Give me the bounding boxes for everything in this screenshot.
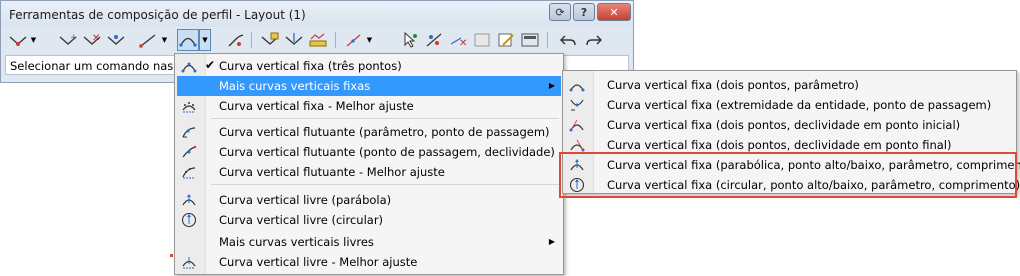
curve-tool-icon[interactable] [177, 29, 199, 51]
best-fit-icon [177, 96, 201, 116]
pvi-table-icon[interactable] [259, 29, 281, 51]
grid-view-icon[interactable] [519, 29, 541, 51]
free-parabola-icon [177, 190, 201, 210]
svg-text:✕: ✕ [92, 33, 100, 44]
free-circular-icon [177, 210, 201, 230]
submenu-item-slope-end[interactable]: Curva vertical fixa (dois pontos, decliv… [565, 135, 1014, 155]
pvi-add-icon[interactable]: + [57, 29, 79, 51]
slope-end-icon [565, 135, 589, 155]
entity-end-icon [565, 95, 589, 115]
sub-entity-icon[interactable] [471, 29, 493, 51]
marker [170, 254, 173, 257]
free-bestfit-icon [177, 252, 201, 272]
refresh-button[interactable]: ⟳ [549, 3, 571, 21]
fillet-icon[interactable] [225, 29, 247, 51]
help-button[interactable]: ? [573, 3, 595, 21]
slope-start-icon [565, 115, 589, 135]
title-bar: Ferramentas de composição de perfil - La… [1, 1, 633, 27]
close-button[interactable]: ✕ [597, 3, 631, 21]
submenu-item-entity-end[interactable]: Curva vertical fixa (extremidade da enti… [565, 95, 1014, 115]
menu-item-more-free-curves[interactable]: Mais curvas verticais livres ▶ [177, 232, 561, 252]
chevron-down-icon[interactable]: ▼ [365, 35, 374, 45]
parabolic-highlow-icon [565, 155, 589, 175]
toolbar: ▼ + ✕ ▼ ▼ ▼ ✕ [5, 29, 629, 53]
delete-entity-icon[interactable]: ✕ [447, 29, 469, 51]
float-slope-icon [177, 142, 201, 162]
pvi-insert-icon[interactable] [7, 29, 29, 51]
submenu-item-circular-high-low[interactable]: Curva vertical fixa (circular, ponto alt… [565, 175, 1020, 195]
menu-item-floating-slope[interactable]: Curva vertical flutuante (ponto de passa… [177, 142, 561, 162]
status-text: Selecionar um comando nas fe [10, 59, 189, 73]
chevron-down-icon[interactable]: ▼ [29, 35, 38, 45]
submenu-arrow-icon: ▶ [548, 237, 555, 246]
menu-item-free-parabola[interactable]: Curva vertical livre (parábola) [177, 190, 561, 210]
two-points-param-icon [565, 75, 589, 95]
menu-item-more-fixed-curves[interactable]: Mais curvas verticais fixas ▶ [177, 76, 561, 96]
tangent-icon[interactable] [343, 29, 365, 51]
menu-item-fixed-best-fit[interactable]: Curva vertical fixa - Melhor ajuste [177, 96, 561, 116]
pvi-graph-icon[interactable] [307, 29, 329, 51]
move-pvi-icon[interactable] [423, 29, 445, 51]
menu-item-free-best-fit[interactable]: Curva vertical livre - Melhor ajuste [177, 252, 561, 272]
menu-item-floating-best-fit[interactable]: Curva vertical flutuante - Melhor ajuste [177, 162, 561, 182]
submenu-item-slope-start[interactable]: Curva vertical fixa (dois pontos, decliv… [565, 115, 1014, 135]
submenu-item-parabolic-high-low[interactable]: Curva vertical fixa (parabólica, ponto a… [565, 155, 1020, 175]
float-param-icon [177, 122, 201, 142]
edit-icon[interactable] [495, 29, 517, 51]
menu-item-three-points[interactable]: ✔ Curva vertical fixa (três pontos) [177, 56, 561, 76]
svg-text:+: + [70, 33, 77, 43]
pvi-raise-icon[interactable] [283, 29, 305, 51]
chevron-down-icon[interactable]: ▼ [160, 35, 169, 45]
window-title: Ferramentas de composição de perfil - La… [9, 8, 306, 22]
curve-three-points-icon [177, 56, 201, 76]
more-fixed-curves-submenu: Curva vertical fixa (dois pontos, parâme… [562, 70, 1020, 195]
redo-icon[interactable] [583, 29, 605, 51]
curve-tools-menu: ✔ Curva vertical fixa (três pontos) Mais… [174, 53, 564, 275]
undo-icon[interactable] [557, 29, 579, 51]
circular-highlow-icon [565, 175, 589, 195]
float-bestfit-icon [177, 162, 201, 182]
menu-item-floating-param[interactable]: Curva vertical flutuante (parâmetro, pon… [177, 122, 561, 142]
submenu-arrow-icon: ▶ [548, 81, 555, 90]
chevron-down-icon[interactable]: ▼ [199, 29, 211, 51]
pvi-delete-icon[interactable]: ✕ [81, 29, 103, 51]
pvi-move-icon[interactable] [105, 29, 127, 51]
menu-item-free-circular[interactable]: Curva vertical livre (circular) [177, 210, 561, 230]
line-tool-icon[interactable] [137, 29, 159, 51]
svg-text:✕: ✕ [459, 38, 467, 48]
submenu-item-two-points-param[interactable]: Curva vertical fixa (dois pontos, parâme… [565, 75, 1014, 95]
select-pvi-icon[interactable] [399, 29, 421, 51]
check-icon: ✔ [205, 58, 216, 72]
